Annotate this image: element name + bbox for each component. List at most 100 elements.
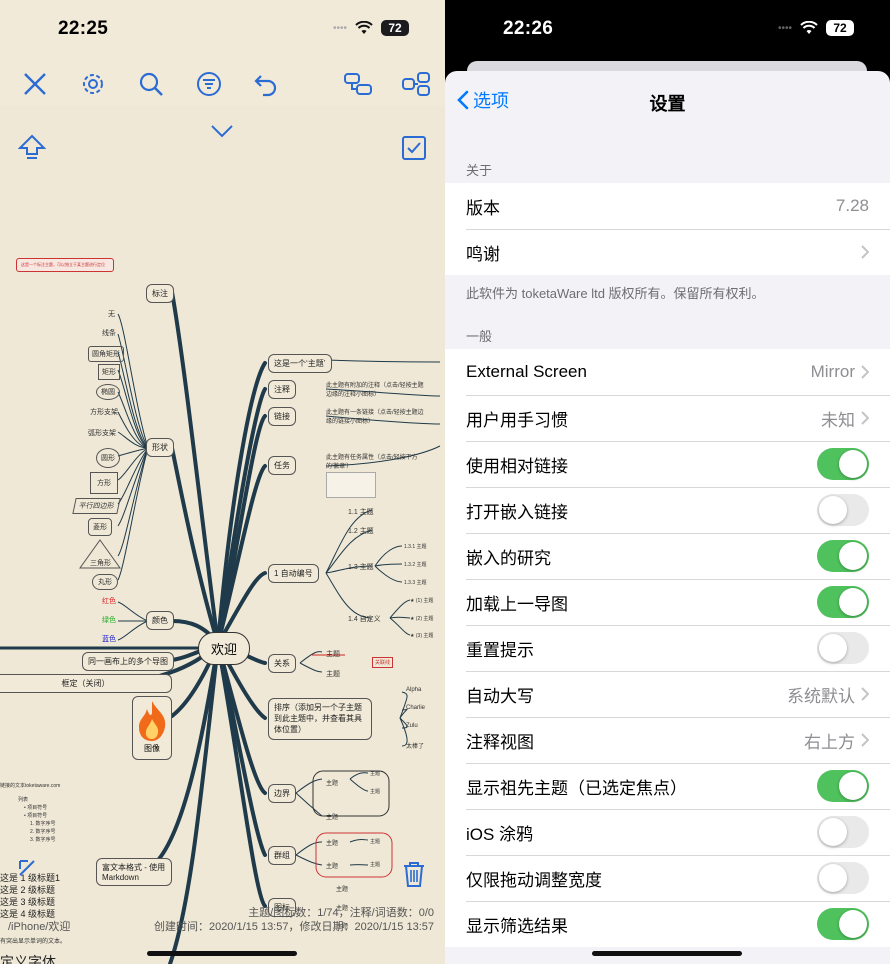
- numbering-star[interactable]: ★ (1) 主题: [410, 597, 433, 604]
- general-row-12[interactable]: 显示筛选结果: [445, 901, 890, 947]
- multi-maps-node[interactable]: 同一画布上的多个导图: [82, 652, 174, 671]
- numbering-node[interactable]: 1 自动编号: [268, 564, 319, 583]
- toggle-switch[interactable]: [817, 770, 869, 802]
- section-header-general: 一般: [466, 329, 493, 344]
- general-row-11[interactable]: 仅限拖动调整宽度: [445, 855, 890, 901]
- group-item[interactable]: 主题: [370, 838, 380, 845]
- shape-item[interactable]: 线条: [102, 328, 116, 338]
- link-view-button[interactable]: [338, 62, 378, 106]
- move-arrow-icon[interactable]: [18, 859, 36, 877]
- color-red[interactable]: 红色: [102, 596, 116, 606]
- callout-node[interactable]: 这是一个标注主题，可以独立于某主题进行定位: [16, 258, 114, 272]
- numbering-subitem[interactable]: 1.3.2 主题: [404, 561, 427, 568]
- about-row-1[interactable]: 鸣谢: [445, 229, 890, 275]
- toggle-switch[interactable]: [817, 586, 869, 618]
- mindmap-canvas[interactable]: 这是一个标注主题，可以独立于某主题进行定位 标注 形状 无 线条 圆角矩形 矩形…: [0, 106, 445, 964]
- task-node[interactable]: 任务: [268, 456, 296, 475]
- undo-button[interactable]: [246, 62, 286, 106]
- link-icon: [344, 73, 372, 95]
- group-item[interactable]: 主题: [326, 838, 338, 847]
- topic-node[interactable]: 这是一个‘主题’: [268, 354, 332, 373]
- markdown-node[interactable]: 富文本格式 - 使用 Markdown: [96, 858, 172, 886]
- shape-item[interactable]: 平行四边形: [72, 498, 121, 514]
- shape-item[interactable]: 丸形: [92, 574, 118, 590]
- general-row-6[interactable]: 重置提示: [445, 625, 890, 671]
- shape-item[interactable]: 无: [108, 309, 115, 319]
- relation-node[interactable]: 关系: [268, 654, 296, 673]
- link-node[interactable]: 链接: [268, 407, 296, 426]
- status-time: 22:25: [58, 18, 109, 39]
- numbering-subitem[interactable]: 1.3.1 主题: [404, 543, 427, 550]
- relation-item[interactable]: 主题: [326, 669, 340, 679]
- numbering-star[interactable]: ★ (3) 主题: [410, 632, 433, 639]
- general-row-1[interactable]: 用户用手习惯 未知: [445, 395, 890, 441]
- numbering-item[interactable]: 1.4 自定义: [348, 614, 381, 624]
- numbering-item[interactable]: 1.3 主题: [348, 562, 374, 572]
- shapes-node[interactable]: 形状: [146, 438, 174, 457]
- breadcrumb[interactable]: /iPhone/欢迎: [8, 918, 70, 934]
- numbering-item[interactable]: 1.1 主题: [348, 507, 374, 517]
- group-item[interactable]: 主题: [370, 861, 380, 868]
- sort-item[interactable]: 太棒了: [406, 741, 424, 750]
- numbering-star[interactable]: ★ (2) 主题: [410, 615, 433, 622]
- boundary-item[interactable]: 主题: [370, 788, 380, 795]
- shape-item[interactable]: 弧形支架: [88, 428, 116, 438]
- shape-item[interactable]: 圆角矩形: [88, 346, 124, 362]
- general-row-7[interactable]: 自动大写 系统默认: [445, 671, 890, 717]
- layout-button[interactable]: [396, 62, 436, 106]
- numbering-item[interactable]: 1.2 主题: [348, 526, 374, 536]
- filter-button[interactable]: [189, 62, 229, 106]
- general-row-2[interactable]: 使用相对链接: [445, 441, 890, 487]
- general-row-0[interactable]: External Screen Mirror: [445, 349, 890, 395]
- sort-node[interactable]: 排序（添加另一个子主题到此主题中，并查看其具体位置）: [268, 698, 372, 740]
- shape-item[interactable]: 方形: [90, 472, 118, 494]
- relation-item[interactable]: 主题: [326, 649, 340, 659]
- toggle-switch[interactable]: [817, 908, 869, 940]
- settings-button[interactable]: [73, 62, 113, 106]
- general-row-3[interactable]: 打开嵌入链接: [445, 487, 890, 533]
- general-row-10[interactable]: iOS 涂鸦: [445, 809, 890, 855]
- color-blue[interactable]: 蓝色: [102, 634, 116, 644]
- chevron-right-icon: [861, 365, 869, 379]
- close-button[interactable]: [15, 62, 55, 106]
- toggle-switch[interactable]: [817, 862, 869, 894]
- shape-item[interactable]: 菱形: [88, 518, 112, 536]
- boundary-node[interactable]: 边界: [268, 784, 296, 803]
- search-button[interactable]: [131, 62, 171, 106]
- about-row-0[interactable]: 版本 7.28: [445, 183, 890, 229]
- toggle-knob: [819, 634, 847, 662]
- sort-item[interactable]: Alpha: [406, 687, 421, 693]
- toggle-switch[interactable]: [817, 448, 869, 480]
- annotation-node[interactable]: 标注: [146, 284, 174, 303]
- boundary-item[interactable]: 主题: [326, 812, 338, 821]
- root-node[interactable]: 欢迎: [198, 632, 251, 665]
- frame-node[interactable]: 框定（关闭）: [0, 674, 172, 693]
- shape-item[interactable]: 圆形: [96, 448, 120, 468]
- colors-node[interactable]: 颜色: [146, 611, 174, 630]
- numbering-subitem[interactable]: 1.3.3 主题: [404, 579, 427, 586]
- shape-item[interactable]: 椭圆: [96, 384, 120, 400]
- sort-item[interactable]: Charlie: [406, 705, 425, 711]
- toggle-switch[interactable]: [817, 632, 869, 664]
- shape-item[interactable]: 矩形: [98, 364, 120, 380]
- toggle-switch[interactable]: [817, 816, 869, 848]
- general-row-4[interactable]: 嵌入的研究: [445, 533, 890, 579]
- toggle-switch[interactable]: [817, 494, 869, 526]
- group-node[interactable]: 群组: [268, 846, 296, 865]
- group-item[interactable]: 主题: [326, 861, 338, 870]
- boundary-item[interactable]: 主题: [370, 770, 380, 777]
- shape-item[interactable]: 方形支架: [90, 407, 118, 417]
- boundary-item[interactable]: 主题: [326, 778, 338, 787]
- icons-item[interactable]: 主题: [336, 884, 348, 893]
- general-row-8[interactable]: 注释视图 右上方: [445, 717, 890, 763]
- task-badge[interactable]: [326, 472, 376, 498]
- note-node[interactable]: 注释: [268, 380, 296, 399]
- toggle-switch[interactable]: [817, 540, 869, 572]
- sort-item[interactable]: Zulu: [406, 723, 418, 729]
- general-row-5[interactable]: 加载上一导图: [445, 579, 890, 625]
- general-row-9[interactable]: 显示祖先主题（已选定焦点）: [445, 763, 890, 809]
- image-node[interactable]: 图像: [132, 696, 172, 760]
- relation-label[interactable]: 关联线: [372, 657, 394, 668]
- color-green[interactable]: 绿色: [102, 615, 116, 625]
- trash-icon[interactable]: [402, 860, 426, 888]
